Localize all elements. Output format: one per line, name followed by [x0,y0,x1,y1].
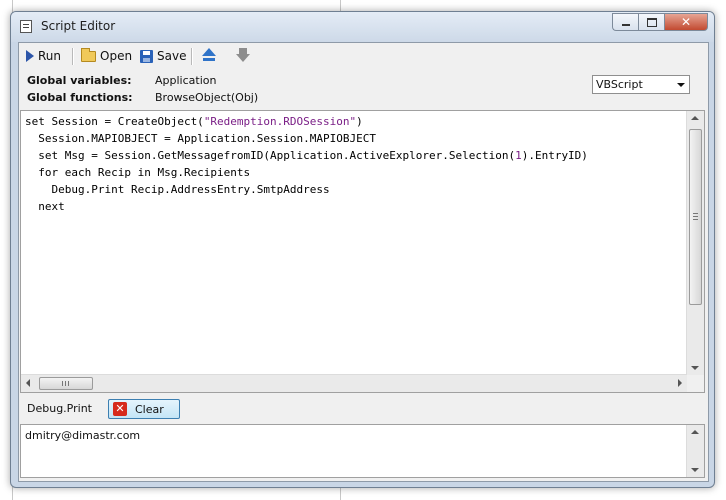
maximize-button[interactable] [638,13,664,31]
clear-label: Clear [135,402,164,416]
save-label: Save [157,49,187,63]
output-vertical-scrollbar[interactable] [686,425,704,477]
scroll-down-icon[interactable] [691,468,699,472]
window-title: Script Editor [41,19,116,33]
clear-button[interactable]: ✕ Clear [108,399,180,419]
scroll-up-icon[interactable] [691,430,699,434]
title-bar[interactable]: Script Editor ✕ [11,12,714,42]
debug-output-text: dmitry@dimastr.com [25,429,141,442]
run-label: Run [38,49,62,63]
code-line: for each Recip in Msg.Recipients [25,166,251,179]
code-line: Session.MAPIOBJECT = Application.Session… [25,132,376,145]
debug-output[interactable]: dmitry@dimastr.com [20,424,705,478]
minimize-icon [621,24,630,26]
code-line: set Msg = Session.GetMessagefromID(Appli… [25,149,588,162]
code-line: Debug.Print Recip.AddressEntry.SmtpAddre… [25,183,330,196]
scroll-up-icon[interactable] [691,116,699,120]
scroll-right-icon[interactable] [678,379,682,387]
code-text[interactable]: set Session = CreateObject("Redemption.R… [25,113,685,375]
run-button[interactable]: Run [26,47,61,65]
move-up-button[interactable] [202,47,216,65]
chevron-down-icon [677,83,685,87]
editor-vertical-scroll-thumb[interactable] [689,129,702,305]
toolbar: Run Open Save [19,43,708,70]
code-line: next [25,200,65,213]
code-line: set Session = CreateObject("Redemption.R… [25,115,363,128]
maximize-icon [646,17,657,27]
language-select[interactable]: VBScript [592,75,690,94]
global-functions-label: Global functions: [27,91,133,104]
global-variables-value: Application [155,74,217,87]
global-functions-value: BrowseObject(Obj) [155,91,259,104]
toolbar-separator [72,48,74,65]
editor-horizontal-scroll-thumb[interactable] [39,377,93,390]
editor-client-area: Run Open Save Global variables: Applicat… [18,42,709,482]
language-selected: VBScript [596,78,643,91]
close-icon: ✕ [680,15,692,29]
globals-panel: Global variables: Application Global fun… [19,71,708,107]
global-variables-label: Global variables: [27,74,132,87]
editor-vertical-scrollbar[interactable] [686,111,704,375]
script-editor-window: Script Editor ✕ Run Open Save Global var… [10,11,715,488]
folder-open-icon [81,47,96,62]
play-icon [26,50,34,62]
move-down-button[interactable] [236,47,250,65]
script-editor-app-icon [20,20,32,33]
debug-print-label: Debug.Print [27,402,92,415]
move-up-icon [202,48,216,64]
minimize-button[interactable] [612,13,638,31]
code-editor[interactable]: set Session = CreateObject("Redemption.R… [20,110,705,393]
red-x-icon: ✕ [113,402,127,416]
floppy-disk-icon [140,49,153,63]
close-button[interactable]: ✕ [664,13,708,31]
move-down-icon [236,48,250,64]
scrollbar-corner [687,375,704,392]
window-controls: ✕ [612,13,708,32]
debug-bar: Debug.Print ✕ Clear [19,397,708,421]
scroll-left-icon[interactable] [26,379,30,387]
scroll-down-icon[interactable] [691,366,699,370]
open-label: Open [100,49,133,63]
save-button[interactable]: Save [140,47,186,65]
open-button[interactable]: Open [81,47,132,65]
toolbar-separator [191,48,193,65]
editor-horizontal-scrollbar[interactable] [21,374,687,392]
